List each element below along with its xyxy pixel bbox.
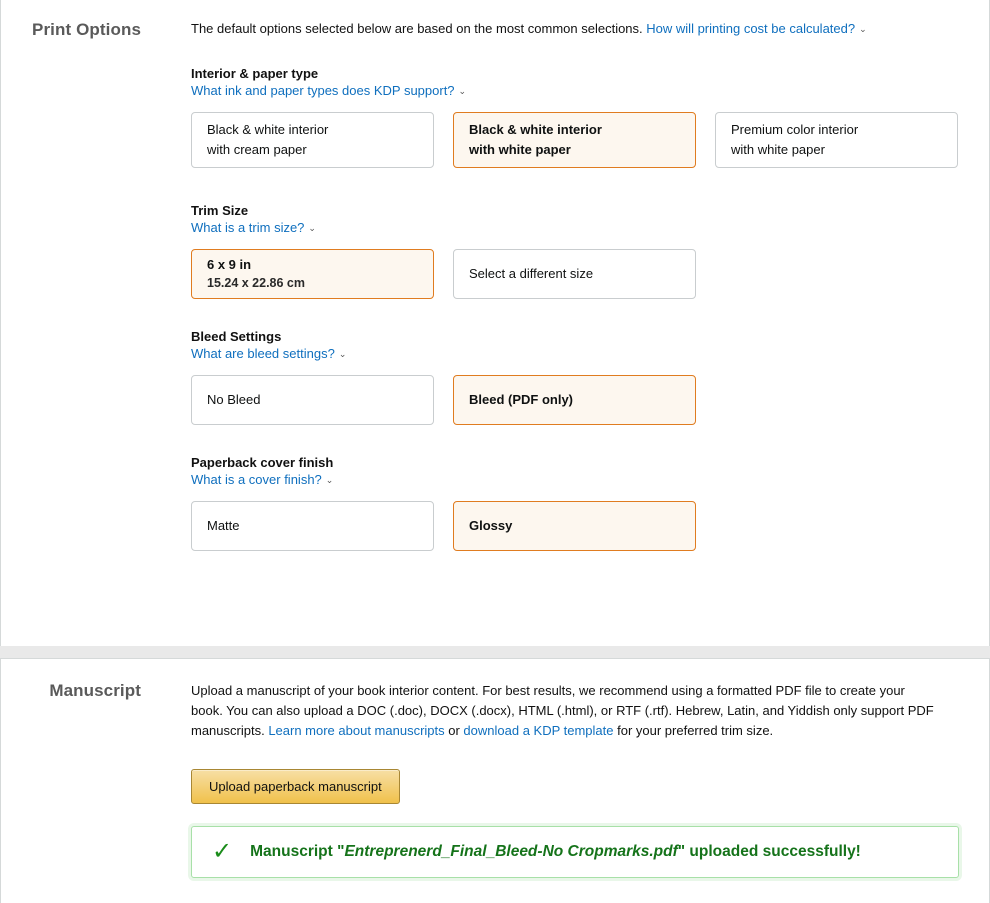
option-line-1: Black & white interior <box>469 122 602 138</box>
download-kdp-template-link[interactable]: download a KDP template <box>463 723 613 738</box>
trim-size-options: 6 x 9 in 15.24 x 22.86 cm Select a diffe… <box>191 248 959 299</box>
group-label: Paperback cover finish <box>191 454 334 470</box>
option-line-1: No Bleed <box>207 392 261 408</box>
option-line-2: 15.24 x 22.86 cm <box>207 276 305 291</box>
cover-finish-help-link[interactable]: What is a cover finish? <box>191 472 322 487</box>
upload-success-message: Manuscript "Entreprenerd_Final_Bleed-No … <box>250 843 861 861</box>
option-line-1: Premium color interior <box>731 122 859 138</box>
option-line-2: with cream paper <box>207 141 307 157</box>
chevron-down-icon[interactable]: ⌄ <box>308 223 316 234</box>
option-line-1: 6 x 9 in <box>207 256 252 272</box>
success-prefix: Manuscript " <box>250 843 345 861</box>
chevron-down-icon[interactable]: ⌄ <box>859 23 867 36</box>
option-line-2: with white paper <box>469 141 571 157</box>
option-line-1: Glossy <box>469 518 513 534</box>
print-options-intro: The default options selected below are b… <box>191 20 959 39</box>
trim-size-help-link[interactable]: What is a trim size? <box>191 220 304 235</box>
manuscript-title: Manuscript <box>49 681 141 700</box>
option-select-different-size[interactable]: Select a different size <box>453 248 696 299</box>
option-line-1: Black & white interior <box>207 122 329 138</box>
group-label: Trim Size <box>191 202 249 218</box>
group-label: Interior & paper type <box>191 65 319 81</box>
option-6x9[interactable]: 6 x 9 in 15.24 x 22.86 cm <box>191 248 434 299</box>
manuscript-desc-mid: or <box>444 723 464 739</box>
chevron-down-icon[interactable]: ⌄ <box>459 86 467 97</box>
manuscript-description: Upload a manuscript of your book interio… <box>191 681 939 741</box>
learn-more-manuscripts-link[interactable]: Learn more about manuscripts <box>268 723 444 738</box>
bleed-options: No Bleed Bleed (PDF only) <box>191 374 959 425</box>
option-matte[interactable]: Matte <box>191 500 434 551</box>
upload-success-banner: ✓ Manuscript "Entreprenerd_Final_Bleed-N… <box>191 826 959 879</box>
option-line-1: Select a different size <box>469 266 594 282</box>
chevron-down-icon[interactable]: ⌄ <box>339 349 347 360</box>
option-line-1: Matte <box>207 518 240 534</box>
group-help: What is a trim size? ⌄ <box>191 220 959 235</box>
group-help: What is a cover finish? ⌄ <box>191 472 959 487</box>
manuscript-desc-part2: for your preferred trim size. <box>613 723 774 739</box>
group-help: What are bleed settings? ⌄ <box>191 346 959 361</box>
option-bleed-pdf-only[interactable]: Bleed (PDF only) <box>453 374 696 425</box>
option-premium-color[interactable]: Premium color interior with white paper <box>715 111 958 168</box>
intro-text: The default options selected below are b… <box>191 21 643 36</box>
group-bleed-settings: Bleed Settings What are bleed settings? ⌄… <box>191 329 959 425</box>
interior-paper-options: Black & white interior with cream paper … <box>191 111 959 168</box>
success-suffix: " uploaded successfully! <box>677 843 861 861</box>
manuscript-panel: Manuscript Upload a manuscript of your b… <box>0 658 990 903</box>
group-cover-finish: Paperback cover finish What is a cover f… <box>191 455 959 551</box>
group-help: What ink and paper types does KDP suppor… <box>191 83 959 98</box>
bleed-settings-help-link[interactable]: What are bleed settings? <box>191 346 335 361</box>
group-label: Bleed Settings <box>191 328 282 344</box>
print-options-title: Print Options <box>32 20 141 39</box>
group-interior-paper-type: Interior & paper type What ink and paper… <box>191 66 959 168</box>
upload-paperback-manuscript-button[interactable]: Upload paperback manuscript <box>191 769 400 805</box>
check-icon: ✓ <box>212 838 233 866</box>
print-options-body: The default options selected below are b… <box>191 20 989 551</box>
manuscript-body: Upload a manuscript of your book interio… <box>191 681 989 879</box>
print-options-panel: Print Options The default options select… <box>0 0 990 646</box>
cover-finish-options: Matte Glossy <box>191 500 959 551</box>
uploaded-filename: Entreprenerd_Final_Bleed-No Cropmarks.pd… <box>344 843 678 861</box>
option-no-bleed[interactable]: No Bleed <box>191 374 434 425</box>
option-bw-white[interactable]: Black & white interior with white paper <box>453 111 696 168</box>
option-bw-cream[interactable]: Black & white interior with cream paper <box>191 111 434 168</box>
option-line-1: Bleed (PDF only) <box>469 392 574 408</box>
printing-cost-help-link[interactable]: How will printing cost be calculated? <box>646 21 855 36</box>
kdp-paperback-content-page: Print Options The default options select… <box>0 0 990 903</box>
option-glossy[interactable]: Glossy <box>453 500 696 551</box>
chevron-down-icon[interactable]: ⌄ <box>326 475 334 486</box>
interior-paper-help-link[interactable]: What ink and paper types does KDP suppor… <box>191 83 455 98</box>
group-trim-size: Trim Size What is a trim size? ⌄ 6 x 9 in… <box>191 203 959 299</box>
option-line-2: with white paper <box>731 141 825 157</box>
